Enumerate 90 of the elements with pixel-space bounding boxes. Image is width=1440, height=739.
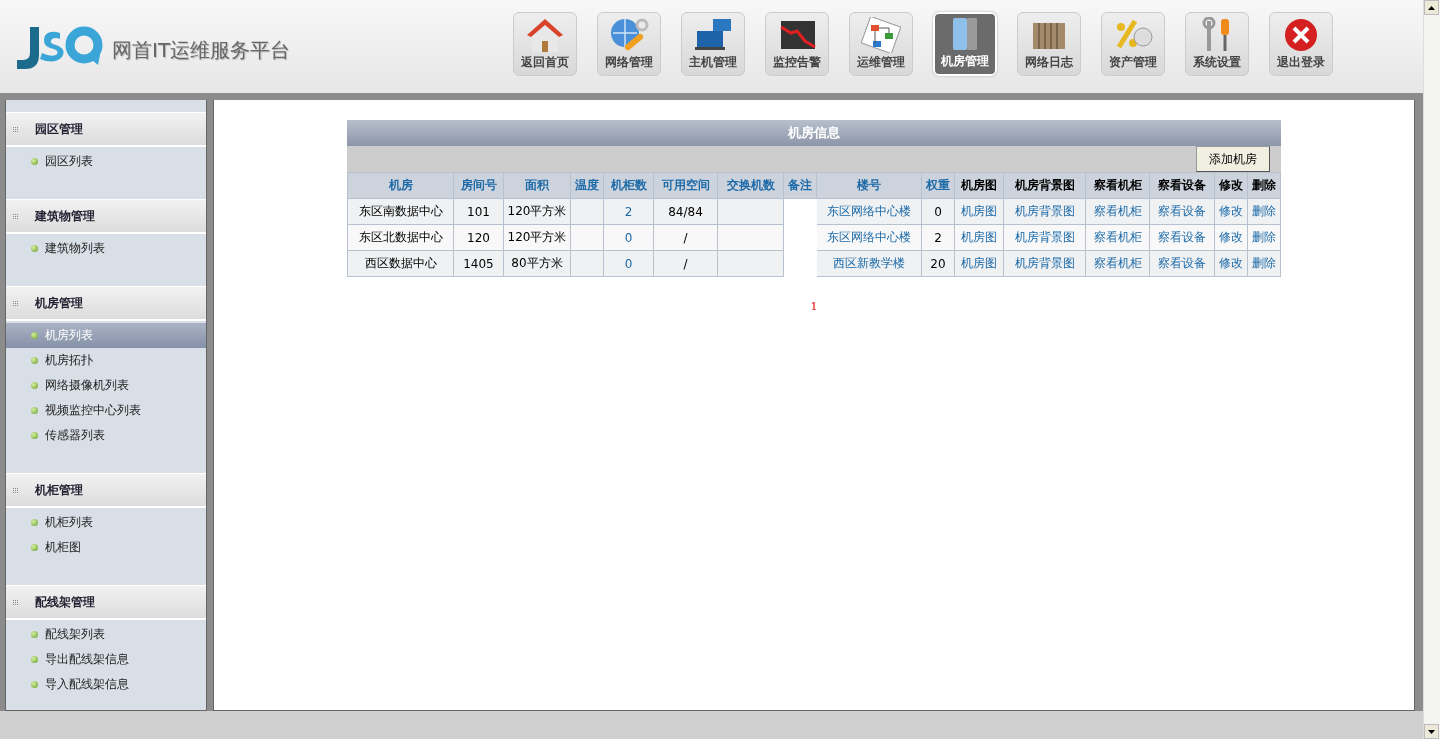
sidebar-item-label: 机柜图 (45, 539, 81, 556)
link-cell[interactable]: 东区网络中心楼 (816, 224, 922, 251)
scroll-down-icon[interactable] (1424, 724, 1439, 739)
platform-title: 网首IT运维服务平台 (112, 36, 291, 64)
bullet-icon (31, 382, 38, 389)
bullet-icon (31, 631, 38, 638)
table-cell: 西区数据中心 (347, 250, 454, 277)
sidebar-item-label: 配线架列表 (45, 626, 105, 643)
nav-button[interactable]: 运维管理 (849, 12, 913, 76)
scroll-up-icon[interactable] (1424, 0, 1439, 15)
sidebar-item[interactable]: 机房拓扑 (6, 348, 206, 373)
table-cell: 东区北数据中心 (347, 224, 454, 251)
nav-button[interactable]: 退出登录 (1269, 12, 1333, 76)
column-header: 机房背景图 (1003, 172, 1086, 199)
nav-button[interactable]: 返回首页 (513, 12, 577, 76)
sidebar-item[interactable]: 传感器列表 (6, 423, 206, 448)
page-number[interactable]: 1 (810, 300, 818, 313)
group-title: 建筑物管理 (35, 207, 95, 225)
nav-button[interactable]: 网络管理 (597, 12, 661, 76)
group-title: 配线架管理 (35, 593, 95, 611)
nav-button[interactable]: 系统设置 (1185, 12, 1249, 76)
grip-icon (13, 126, 18, 132)
group-title: 机房管理 (35, 294, 83, 312)
column-header[interactable]: 备注 (783, 172, 817, 199)
sidebar-item[interactable]: 导出配线架信息 (6, 647, 206, 672)
sidebar-item[interactable]: 园区列表 (6, 149, 206, 174)
nav-button[interactable]: 监控告警 (765, 12, 829, 76)
link-cell[interactable]: 机房背景图 (1003, 224, 1086, 251)
link-cell[interactable]: 东区网络中心楼 (816, 198, 922, 225)
grip-icon (13, 487, 18, 493)
column-header[interactable]: 机房 (347, 172, 454, 199)
nav-button[interactable]: 主机管理 (681, 12, 745, 76)
nav-button[interactable]: 资产管理 (1101, 12, 1165, 76)
bullet-icon (31, 158, 38, 165)
grip-icon (13, 300, 18, 306)
house-icon (525, 17, 565, 53)
nav-button[interactable]: 网络日志 (1017, 12, 1081, 76)
bullet-icon (31, 681, 38, 688)
column-header: 察看设备 (1149, 172, 1215, 199)
add-room-button[interactable]: 添加机房 (1196, 146, 1270, 172)
sidebar-item[interactable]: 配线架列表 (6, 622, 206, 647)
sidebar-item[interactable]: 导入配线架信息 (6, 672, 206, 697)
link-cell[interactable]: 西区新教学楼 (816, 250, 922, 277)
group-title: 机柜管理 (35, 481, 83, 499)
sidebar-item-label: 建筑物列表 (45, 240, 105, 257)
column-header[interactable]: 可用空间 (653, 172, 718, 199)
sidebar-item[interactable]: 机柜图 (6, 535, 206, 560)
globe-wrench-icon (609, 17, 649, 53)
group-title: 园区管理 (35, 120, 83, 138)
sidebar-item[interactable]: 建筑物列表 (6, 236, 206, 261)
column-header[interactable]: 机柜数 (603, 172, 654, 199)
sidebar-item-label: 网络摄像机列表 (45, 377, 129, 394)
column-header: 修改 (1214, 172, 1248, 199)
column-header[interactable]: 权重 (921, 172, 955, 199)
sidebar-item-label: 传感器列表 (45, 427, 105, 444)
column-header: 删除 (1247, 172, 1281, 199)
column-header: 机房图 (954, 172, 1004, 199)
sidebar-item-label: 机房拓扑 (45, 352, 93, 369)
column-header[interactable]: 面积 (503, 172, 571, 199)
bullet-icon (31, 357, 38, 364)
sidebar-item[interactable]: 视频监控中心列表 (6, 398, 206, 423)
nav-button[interactable]: 机房管理 (933, 12, 997, 76)
table-cell: 东区南数据中心 (347, 198, 454, 225)
sidebar-item[interactable]: 网络摄像机列表 (6, 373, 206, 398)
column-header: 察看机柜 (1085, 172, 1150, 199)
sidebar-item[interactable]: 机柜列表 (6, 510, 206, 535)
sidebar-item-label: 园区列表 (45, 153, 93, 170)
column-header[interactable]: 交换机数 (717, 172, 784, 199)
link-cell[interactable]: 机房背景图 (1003, 250, 1086, 277)
sidebar-item-label: 机柜列表 (45, 514, 93, 531)
bullet-icon (31, 245, 38, 252)
bullet-icon (31, 656, 38, 663)
sidebar-item-label: 机房列表 (45, 327, 93, 344)
column-header[interactable]: 房间号 (453, 172, 504, 199)
scrollbar[interactable] (1423, 0, 1440, 739)
bullet-icon (31, 432, 38, 439)
bullet-icon (31, 332, 38, 339)
bullet-icon (31, 544, 38, 551)
table-title: 机房信息 (788, 124, 840, 142)
column-header[interactable]: 楼号 (816, 172, 922, 199)
bullet-icon (31, 519, 38, 526)
link-cell[interactable]: 机房背景图 (1003, 198, 1086, 225)
bullet-icon (31, 407, 38, 414)
sidebar-item-label: 导入配线架信息 (45, 676, 129, 693)
sidebar-item-label: 视频监控中心列表 (45, 402, 141, 419)
sidebar-item-label: 导出配线架信息 (45, 651, 129, 668)
grip-icon (13, 599, 18, 605)
column-header[interactable]: 温度 (570, 172, 604, 199)
grip-icon (13, 213, 18, 219)
monitor-icon (693, 17, 733, 53)
